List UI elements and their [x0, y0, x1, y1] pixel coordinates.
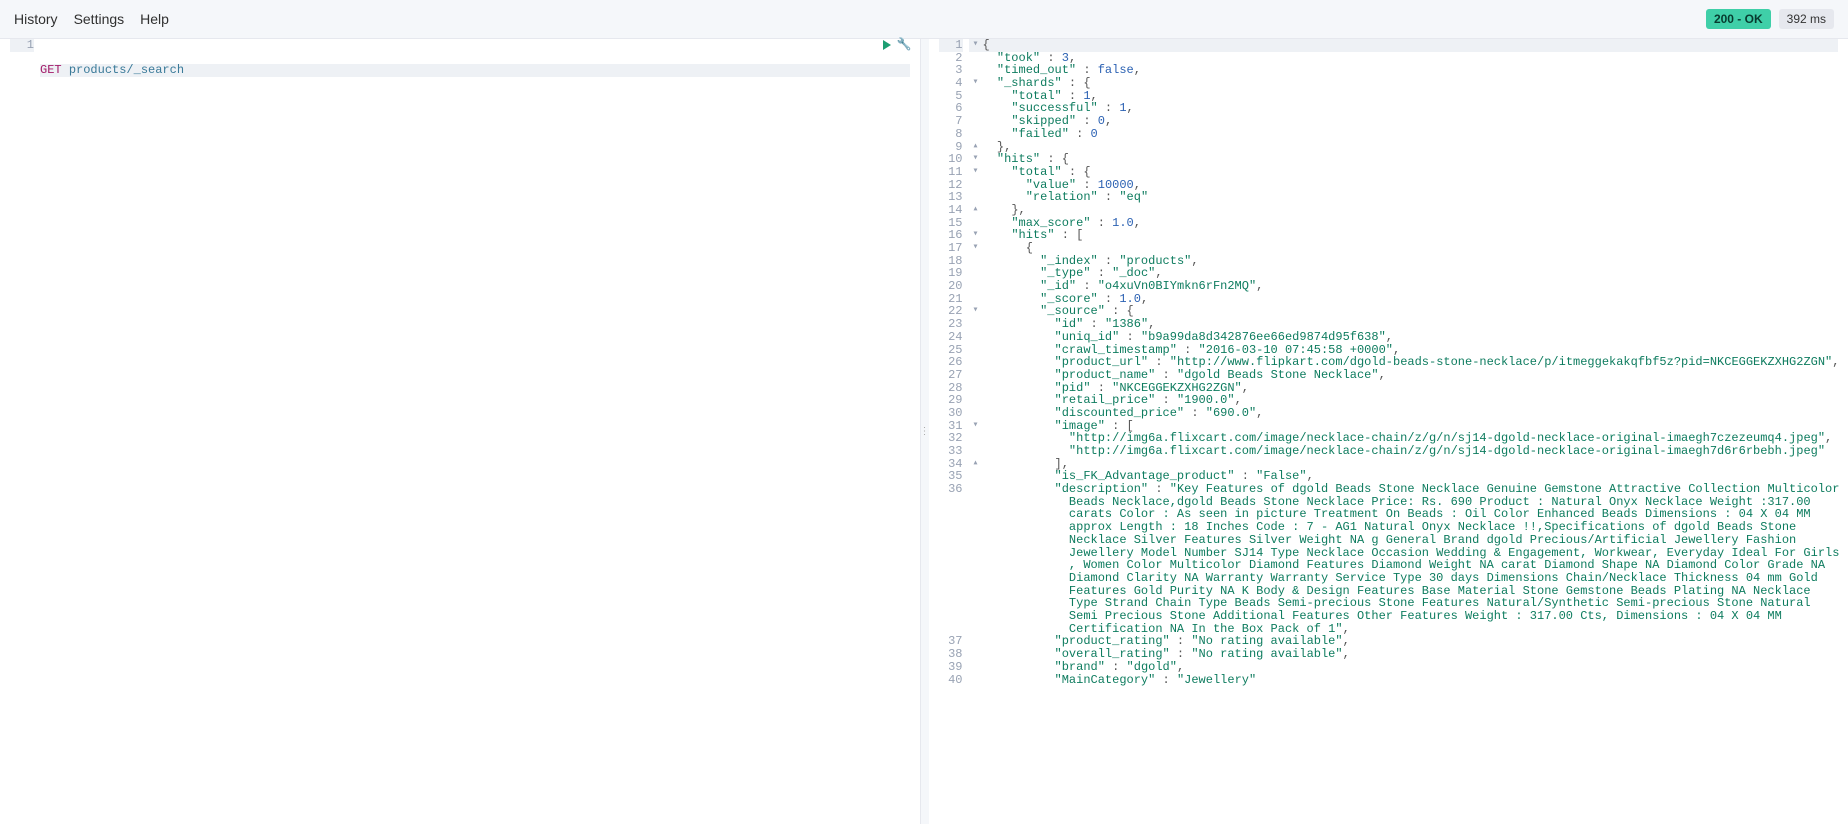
request-code[interactable]: GET products/_search [40, 39, 920, 824]
request-editor[interactable]: 1 GET products/_search 🔧 [0, 39, 921, 824]
status-badge: 200 - OK [1706, 9, 1771, 29]
response-viewer[interactable]: 1234567891011121314151617181920212223242… [929, 39, 1848, 824]
split-view: 1 GET products/_search 🔧 ⋮ 1234567891011… [0, 38, 1848, 824]
pane-splitter[interactable]: ⋮ [921, 39, 929, 824]
timing-badge: 392 ms [1779, 9, 1834, 29]
response-gutter: 1234567891011121314151617181920212223242… [929, 39, 969, 824]
request-gutter: 1 [0, 39, 40, 824]
response-fold-column[interactable]: ▾▾▴▾▾▴▾▾▾▾▴ [969, 39, 983, 824]
settings-link[interactable]: Settings [74, 11, 125, 27]
help-link[interactable]: Help [140, 11, 169, 27]
history-link[interactable]: History [14, 11, 58, 27]
toolbar: History Settings Help 200 - OK 392 ms [0, 0, 1848, 38]
wrench-icon[interactable]: 🔧 [897, 39, 910, 52]
response-code[interactable]: { "took" : 3, "timed_out" : false, "_sha… [983, 39, 1848, 824]
run-icon[interactable] [883, 40, 891, 50]
